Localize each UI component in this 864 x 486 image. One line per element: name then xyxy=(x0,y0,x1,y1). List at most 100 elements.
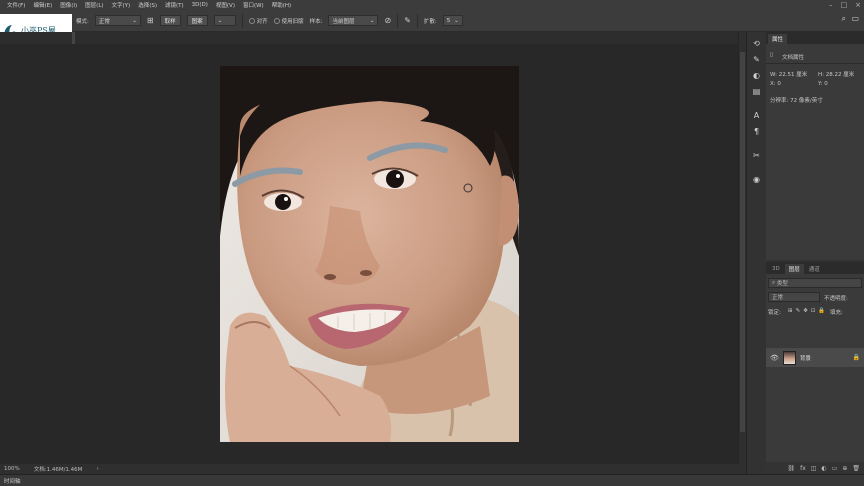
menu-item[interactable]: 图像(I) xyxy=(56,1,81,9)
menu-item[interactable]: 3D(D) xyxy=(188,2,212,8)
maximize-icon[interactable]: □ xyxy=(841,1,848,9)
aligned-checkbox[interactable]: 对齐 xyxy=(248,17,268,25)
tab-1[interactable]: 图层 xyxy=(784,264,804,274)
fx-icon[interactable]: fx xyxy=(800,465,806,472)
y-label: Y: xyxy=(818,81,823,87)
tab-0[interactable]: 3D xyxy=(768,264,784,274)
opacity-label[interactable]: 不透明度: xyxy=(824,294,848,302)
document-icon: ▯ xyxy=(770,52,774,58)
pattern-button[interactable]: 图案 xyxy=(186,15,208,26)
menu-item[interactable]: 窗口(W) xyxy=(239,1,268,9)
layer-name: 背景 xyxy=(799,355,811,362)
timeline-panel-tab[interactable]: 时间轴 xyxy=(0,474,864,486)
chevron-down-icon: ⌄ xyxy=(369,17,375,24)
menu-item[interactable]: 编辑(E) xyxy=(29,1,56,9)
separator xyxy=(397,13,399,28)
search-icon[interactable]: ⌕ xyxy=(842,14,846,24)
zoom-level[interactable]: 100% xyxy=(4,466,20,472)
pressure-icon[interactable]: ✎ xyxy=(404,16,411,25)
brush-icon[interactable]: ✎ xyxy=(750,52,764,66)
height-value: 28.22 xyxy=(825,72,842,78)
menu-item[interactable]: 视图(V) xyxy=(212,1,239,9)
ignore-adjustment-icon[interactable]: ⊘ xyxy=(384,16,391,25)
properties-panel: 属性 ▯ 文档属性 W: 22.51 厘米 H: 28.22 厘米 X: 0 Y… xyxy=(766,32,864,260)
document-tab-row xyxy=(0,32,738,44)
canvas-area[interactable] xyxy=(0,44,738,464)
properties-section-title: 文档属性 xyxy=(782,55,805,61)
document-size[interactable]: 文档:1.46M/1.46M xyxy=(34,465,83,473)
3d-icon[interactable]: ◉ xyxy=(750,172,764,186)
mode-select[interactable]: 正常 ⌄ xyxy=(94,15,141,26)
tab-2[interactable]: 通道 xyxy=(805,264,824,274)
document-tab[interactable] xyxy=(72,32,75,44)
y-value: 0 xyxy=(824,81,828,87)
y-field[interactable]: Y: 0 xyxy=(818,81,828,87)
menu-item[interactable]: 滤镜(T) xyxy=(161,1,188,9)
layers-panel: 3D 图层 通道 ⌕ 类型 正常 不透明度: 锁定: ⊞✎✥⊡🔒 填充: 👁 背景 … xyxy=(766,262,864,474)
fill-label[interactable]: 填充: xyxy=(830,308,843,316)
menu-item[interactable]: 选择(S) xyxy=(134,1,161,9)
tool-presets-icon[interactable]: ✂ xyxy=(750,148,764,162)
new-layer-icon[interactable]: ⊕ xyxy=(842,465,847,472)
trash-icon[interactable]: 🗑 xyxy=(852,465,860,472)
window-controls: – □ × xyxy=(829,0,861,10)
photoshop-window: 文件(F) 编辑(E) 图像(I) 图层(L) 文字(Y) 选择(S) 滤镜(T) 3D(D)… xyxy=(0,0,864,486)
portrait-photo[interactable] xyxy=(220,66,519,442)
source-button[interactable]: 取样 xyxy=(159,15,181,26)
scrollbar-thumb[interactable] xyxy=(740,52,745,432)
lock-icons[interactable]: ⊞✎✥⊡🔒 xyxy=(788,308,828,314)
menu-bar: 文件(F) 编辑(E) 图像(I) 图层(L) 文字(Y) 选择(S) 滤镜(T) 3D(D)… xyxy=(0,0,864,10)
link-icon[interactable]: ⛓ xyxy=(787,465,795,472)
layer-filter[interactable]: ⌕ 类型 xyxy=(768,278,862,288)
close-icon[interactable]: × xyxy=(855,1,861,9)
mode-label: 模式: xyxy=(76,18,89,25)
status-bar: 100% 文档:1.46M/1.46M › xyxy=(0,464,746,474)
eye-icon[interactable]: 👁 xyxy=(770,354,779,362)
minimize-icon[interactable]: – xyxy=(829,1,833,9)
options-bar: 模式: 正常 ⌄ ⊞ 取样 图案 ⌄ 对齐 使用旧版 样本: 当前图层 ⌄ ⊘ … xyxy=(0,10,864,32)
width-unit: 厘米 xyxy=(796,72,808,78)
menu-item[interactable]: 帮助(H) xyxy=(268,1,295,9)
lock-label: 锁定: xyxy=(768,310,781,316)
mask-icon[interactable]: ◫ xyxy=(811,465,817,472)
adjustments-icon[interactable]: ◐ xyxy=(750,68,764,82)
tab-properties[interactable]: 属性 xyxy=(768,34,788,44)
source-icon[interactable]: ⊞ xyxy=(147,16,154,25)
character-icon[interactable]: A xyxy=(750,108,764,122)
group-icon[interactable]: ▭ xyxy=(832,465,838,472)
resolution-text: 分辨率: 72 像素/英寸 xyxy=(770,98,823,104)
height-field[interactable]: H: 28.22 厘米 xyxy=(818,70,854,78)
timeline-label: 时间轴 xyxy=(4,478,21,485)
use-legacy-checkbox[interactable]: 使用旧版 xyxy=(273,17,304,25)
panel-icon-strip: ⟲ ✎ ◐ ▤ A ¶ ✂ ◉ xyxy=(746,32,766,474)
use-legacy-label: 使用旧版 xyxy=(281,18,304,25)
paragraph-icon[interactable]: ¶ xyxy=(750,124,764,138)
workspace-icon[interactable]: ▭ xyxy=(851,14,859,23)
layer-thumbnail xyxy=(782,350,796,365)
x-label: X: xyxy=(770,81,776,87)
x-value: 0 xyxy=(777,81,781,87)
menu-item[interactable]: 文件(F) xyxy=(3,1,29,9)
status-menu-arrow[interactable]: › xyxy=(96,466,98,472)
right-panels: 属性 ▯ 文档属性 W: 22.51 厘米 H: 28.22 厘米 X: 0 Y… xyxy=(766,32,864,474)
vertical-scrollbar[interactable] xyxy=(738,32,746,464)
menu-item[interactable]: 图层(L) xyxy=(81,1,107,9)
layers-tab-bar: 3D 图层 通道 xyxy=(766,262,864,274)
menu-item[interactable]: 文字(Y) xyxy=(108,1,135,9)
checkbox-icon xyxy=(273,18,280,24)
separator xyxy=(241,13,243,28)
history-icon[interactable]: ⟲ xyxy=(750,36,764,50)
width-field[interactable]: W: 22.51 厘米 xyxy=(770,70,807,78)
diffusion-select[interactable]: 5 ⌄ xyxy=(442,15,463,26)
libraries-icon[interactable]: ▤ xyxy=(750,84,764,98)
chevron-down-icon: ⌄ xyxy=(454,17,459,24)
lock-icon: 🔒 xyxy=(852,354,860,361)
sample-select[interactable]: 当前图层 ⌄ xyxy=(328,15,379,26)
blend-mode-select[interactable]: 正常 xyxy=(768,292,820,302)
layer-row[interactable]: 👁 背景 🔒 xyxy=(766,348,864,367)
diffusion-value: 5 xyxy=(446,17,451,24)
x-field[interactable]: X: 0 xyxy=(770,81,781,87)
layers-footer: ⛓ fx ◫ ◐ ▭ ⊕ 🗑 xyxy=(766,462,864,474)
pattern-picker[interactable]: ⌄ xyxy=(213,15,236,26)
adjustment-layer-icon[interactable]: ◐ xyxy=(821,465,826,472)
